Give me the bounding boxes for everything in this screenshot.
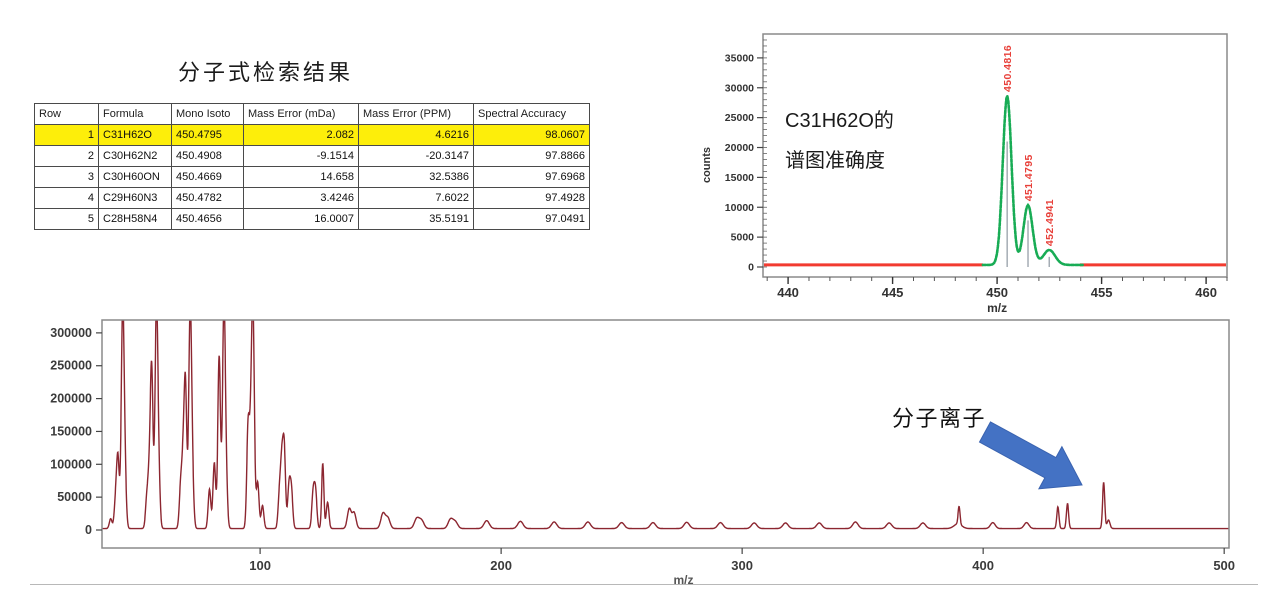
- table-cell: 3.4246: [244, 188, 359, 209]
- screenshot-root: 分子式检索结果 RowFormulaMono IsotoMass Error (…: [0, 0, 1286, 607]
- table-cell: 450.4908: [172, 146, 244, 167]
- table-cell: 2: [35, 146, 99, 167]
- table-row[interactable]: 1C31H62O450.47952.0824.621698.0607: [35, 125, 590, 146]
- table-cell: 32.5386: [359, 167, 474, 188]
- table-cell: 97.6968: [474, 167, 590, 188]
- table-cell: 2.082: [244, 125, 359, 146]
- table-cell: C30H62N2: [99, 146, 172, 167]
- zoom-annotation-line2: 谱图准确度: [785, 149, 885, 172]
- table-cell: 4: [35, 188, 99, 209]
- full-spectrum-chart: 0 50000 100000 150000 200000 250000 300000 100 2…: [20, 308, 1286, 607]
- table-cell: 450.4656: [172, 209, 244, 230]
- full-plot-frame: [102, 320, 1229, 548]
- peak-mass-label: 450.4816: [1002, 45, 1014, 92]
- table-title: 分子式检索结果: [178, 55, 353, 87]
- table-cell: -9.1514: [244, 146, 359, 167]
- y-tick-label: 300000: [50, 326, 92, 340]
- x-tick-label: 450: [986, 285, 1008, 300]
- y-tick-label: 250000: [50, 359, 92, 373]
- table-cell: 97.0491: [474, 209, 590, 230]
- y-tick-label: 50000: [57, 490, 92, 504]
- table-cell: 3: [35, 167, 99, 188]
- zoom-annotation-line1: C31H62O的: [785, 109, 894, 132]
- table-cell: 4.6216: [359, 125, 474, 146]
- table-cell: -20.3147: [359, 146, 474, 167]
- column-header: Mass Error (PPM): [359, 104, 474, 125]
- table-cell: 5: [35, 209, 99, 230]
- column-header: Mono Isoto: [172, 104, 244, 125]
- y-tick-label: 100000: [50, 457, 92, 471]
- table-cell: 450.4669: [172, 167, 244, 188]
- x-tick-label: 300: [731, 558, 753, 573]
- x-tick-label: 200: [490, 558, 512, 573]
- table-cell: C31H62O: [99, 125, 172, 146]
- table-cell: 7.6022: [359, 188, 474, 209]
- table-body: 1C31H62O450.47952.0824.621698.06072C30H6…: [35, 125, 590, 230]
- formula-results-table: RowFormulaMono IsotoMass Error (mDa)Mass…: [34, 103, 590, 230]
- x-tick-label: 500: [1213, 558, 1235, 573]
- y-tick-label: 35000: [725, 52, 754, 64]
- x-tick-label: 400: [972, 558, 994, 573]
- table-cell: C29H60N3: [99, 188, 172, 209]
- column-header: Spectral Accuracy: [474, 104, 590, 125]
- table-cell: 1: [35, 125, 99, 146]
- x-tick-label: 440: [777, 285, 799, 300]
- table-row[interactable]: 4C29H60N3450.47823.42467.602297.4928: [35, 188, 590, 209]
- table-cell: 16.0007: [244, 209, 359, 230]
- table-cell: 97.8866: [474, 146, 590, 167]
- y-tick-label: 10000: [725, 202, 754, 214]
- y-axis-title: counts: [701, 147, 713, 183]
- bottom-separator: [30, 584, 1258, 585]
- y-tick-label: 25000: [725, 112, 754, 124]
- table-header-row: RowFormulaMono IsotoMass Error (mDa)Mass…: [35, 104, 590, 125]
- y-tick-label: 5000: [731, 232, 755, 244]
- peak-mass-label: 452.4941: [1044, 199, 1056, 246]
- x-tick-label: 100: [249, 558, 271, 573]
- peak-mass-label: 451.4795: [1023, 154, 1035, 201]
- table-header: RowFormulaMono IsotoMass Error (mDa)Mass…: [35, 104, 590, 125]
- table-row[interactable]: 3C30H60ON450.466914.65832.538697.6968: [35, 167, 590, 188]
- x-tick-label: 445: [882, 285, 904, 300]
- table-cell: C28H58N4: [99, 209, 172, 230]
- x-tick-label: 455: [1091, 285, 1113, 300]
- y-tick-label: 30000: [725, 82, 754, 94]
- spectrum-trace: [102, 308, 1228, 529]
- column-header: Formula: [99, 104, 172, 125]
- y-tick-label: 150000: [50, 424, 92, 438]
- table-cell: 450.4795: [172, 125, 244, 146]
- table-row[interactable]: 5C28H58N4450.465616.000735.519197.0491: [35, 209, 590, 230]
- molecular-ion-label: 分子离子: [892, 406, 986, 431]
- y-tick-label: 200000: [50, 392, 92, 406]
- isotope-zoom-chart: 0 5000 10000 15000 20000 25000 30000 35000 440 44…: [690, 15, 1286, 315]
- column-header: Mass Error (mDa): [244, 104, 359, 125]
- y-tick-label: 20000: [725, 142, 754, 154]
- arrow-icon: [980, 422, 1083, 489]
- y-tick-label: 15000: [725, 172, 754, 184]
- y-tick-label: 0: [748, 262, 754, 274]
- x-tick-label: 460: [1195, 285, 1217, 300]
- y-tick-label: 0: [85, 523, 92, 537]
- table-cell: C30H60ON: [99, 167, 172, 188]
- table-cell: 35.5191: [359, 209, 474, 230]
- table-cell: 98.0607: [474, 125, 590, 146]
- column-header: Row: [35, 104, 99, 125]
- table-cell: 97.4928: [474, 188, 590, 209]
- table-row[interactable]: 2C30H62N2450.4908-9.1514-20.314797.8866: [35, 146, 590, 167]
- table-cell: 14.658: [244, 167, 359, 188]
- table-cell: 450.4782: [172, 188, 244, 209]
